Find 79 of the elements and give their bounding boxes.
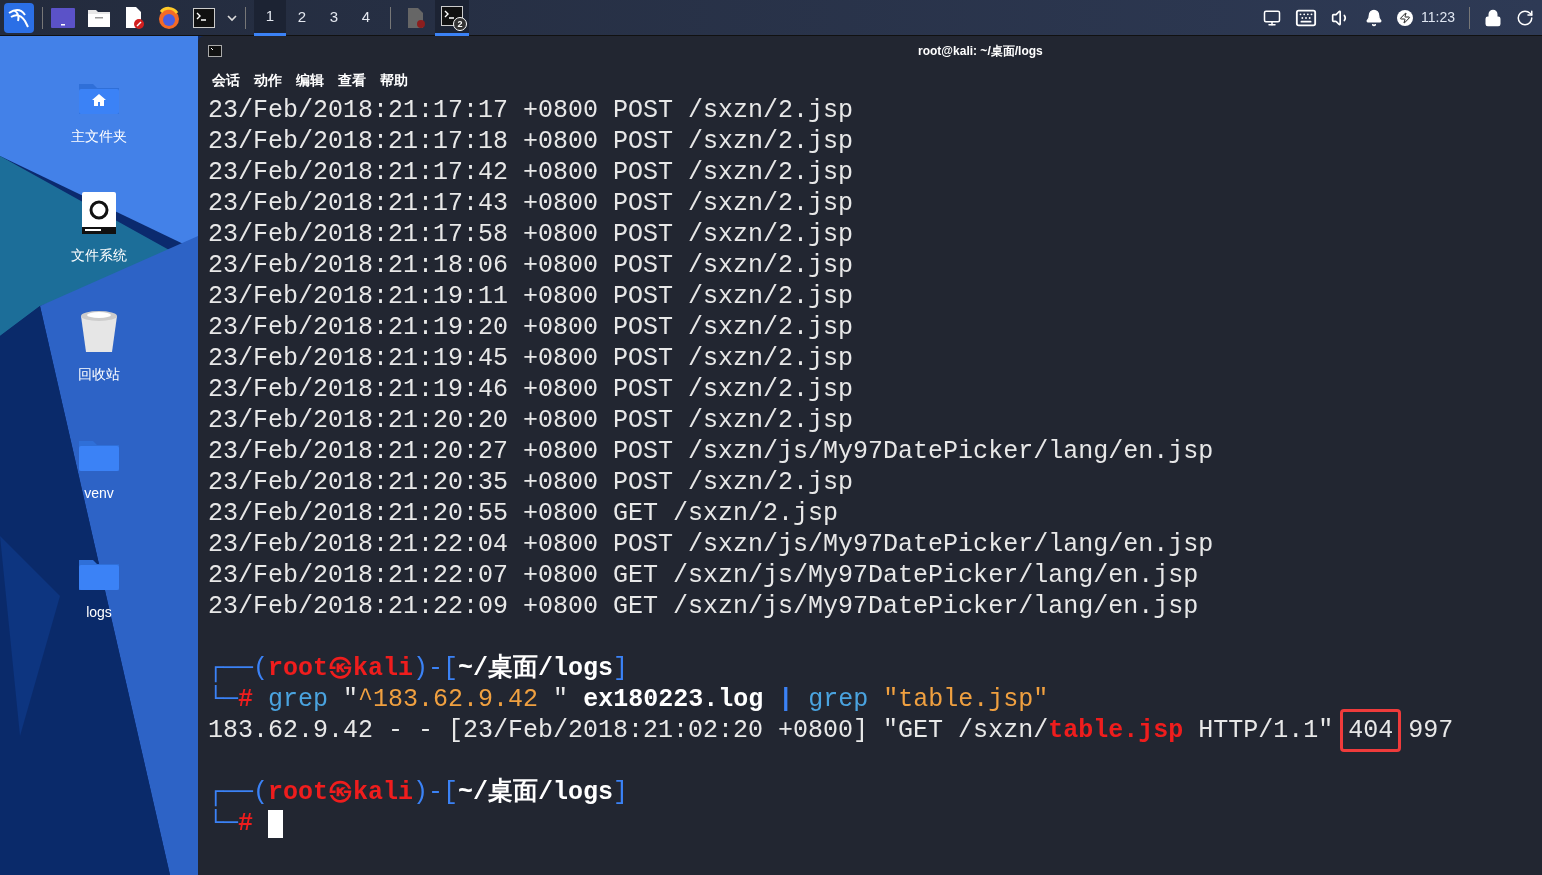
prompt-user: root <box>268 653 329 684</box>
command-name: grep <box>807 684 869 715</box>
prompt-hash: # <box>238 808 254 839</box>
trash-icon[interactable] <box>79 310 119 354</box>
log-line: 23/Feb/2018:21:22:04 +0800 POST /sxzn/js/My97DatePicker/lang/en.jsp <box>208 529 1214 560</box>
prompt-user: ㉿ <box>328 777 354 808</box>
prompt-frame: ] <box>613 777 629 808</box>
window-title: root@kali: ~/桌面/logs <box>918 43 1043 60</box>
log-line: 23/Feb/2018:21:19:20 +0800 POST /sxzn/2.jsp <box>208 312 854 343</box>
prompt-user: root <box>268 777 329 808</box>
prompt-user: ㉿ <box>328 653 354 684</box>
terminal-icon <box>441 6 463 26</box>
prompt-frame: )-[ <box>413 777 459 808</box>
file-argument: ex180223.log <box>582 684 764 715</box>
menu-item[interactable]: 会话 <box>212 69 240 91</box>
kali-menu-button[interactable] <box>4 2 34 33</box>
terminal-text: HTTP/1.1" <box>1197 715 1335 746</box>
log-line: 23/Feb/2018:21:22:07 +0800 GET /sxzn/js/My97DatePicker/lang/en.jsp <box>208 560 1199 591</box>
clock[interactable]: 11:23 <box>1421 7 1455 28</box>
desktop-icon-label[interactable]: 主文件夹 <box>71 126 127 147</box>
document-pen-icon[interactable] <box>123 5 145 30</box>
terminal-icon[interactable] <box>193 7 215 28</box>
status-code: 404 <box>1340 709 1402 752</box>
log-line: 23/Feb/2018:21:17:58 +0800 POST /sxzn/2.jsp <box>208 219 854 250</box>
desktop-icon-label[interactable]: 回收站 <box>78 364 120 385</box>
pipe-symbol: | <box>777 684 794 715</box>
prompt-frame: )-[ <box>413 653 459 684</box>
prompt-frame: └─ <box>208 684 238 715</box>
desktop-icon-label[interactable]: 文件系统 <box>71 245 127 266</box>
workspace-tab[interactable]: 4 <box>350 0 382 36</box>
log-line: 23/Feb/2018:21:22:09 +0800 GET /sxzn/js/My97DatePicker/lang/en.jsp <box>208 591 1199 622</box>
workspace-tab[interactable]: 1 <box>254 0 286 36</box>
menu-item[interactable]: 查看 <box>338 69 366 91</box>
command-name: grep <box>267 684 329 715</box>
log-line: 23/Feb/2018:21:20:20 +0800 POST /sxzn/2.jsp <box>208 405 854 436</box>
log-line: 23/Feb/2018:21:18:06 +0800 POST /sxzn/2.jsp <box>208 250 854 281</box>
terminal-window-button[interactable]: 2 <box>435 0 469 36</box>
prompt-frame: ┌──( <box>208 777 268 808</box>
log-line: 23/Feb/2018:21:17:42 +0800 POST /sxzn/2.jsp <box>208 157 854 188</box>
menu-item[interactable]: 帮助 <box>380 69 408 91</box>
log-line: 23/Feb/2018:21:17:43 +0800 POST /sxzn/2.jsp <box>208 188 854 219</box>
prompt-frame: ┌──( <box>208 653 268 684</box>
log-line: 23/Feb/2018:21:19:11 +0800 POST /sxzn/2.jsp <box>208 281 854 312</box>
log-line: 23/Feb/2018:21:19:45 +0800 POST /sxzn/2.jsp <box>208 343 854 374</box>
log-line: 23/Feb/2018:21:17:17 +0800 POST /sxzn/2.jsp <box>208 95 854 126</box>
prompt-hash: # <box>238 684 254 715</box>
workspace-tab[interactable]: 3 <box>318 0 350 36</box>
string-argument: ^183.62.9.42 <box>358 684 540 715</box>
desktop-icon-label[interactable]: venv <box>84 483 114 504</box>
notification-icon[interactable] <box>1365 8 1383 27</box>
string-argument: "table.jsp" <box>882 684 1049 715</box>
menu-item[interactable]: 编辑 <box>296 69 324 91</box>
match-highlight: table.jsp <box>1048 715 1184 746</box>
drive-icon[interactable] <box>81 191 117 235</box>
text-cursor <box>268 809 284 838</box>
log-line: 23/Feb/2018:21:20:55 +0800 GET /sxzn/2.jsp <box>208 498 839 529</box>
terminal-icon <box>208 45 222 57</box>
document-pen-icon <box>406 6 426 29</box>
prompt-user: kali <box>353 653 414 684</box>
terminal-text: " <box>342 684 359 715</box>
prompt-frame: ] <box>613 653 629 684</box>
workspace-tab[interactable]: 2 <box>286 0 318 36</box>
log-line: 23/Feb/2018:21:20:35 +0800 POST /sxzn/2.jsp <box>208 467 854 498</box>
desktop-icon-label[interactable]: logs <box>86 602 112 623</box>
folder-icon[interactable] <box>87 7 111 28</box>
terminal-text: 183.62.9.42 - - [23/Feb/2018:21:02:20 +0800] "GET /sxzn/ <box>208 715 1049 746</box>
prompt-frame: └─ <box>208 808 238 839</box>
prompt-user: kali <box>353 777 414 808</box>
lock-icon[interactable] <box>1484 8 1502 27</box>
chevron-down-icon[interactable] <box>227 13 237 22</box>
terminal-text: " <box>553 684 569 715</box>
log-line: 23/Feb/2018:21:17:18 +0800 POST /sxzn/2.jsp <box>208 126 854 157</box>
log-line: 23/Feb/2018:21:20:27 +0800 POST /sxzn/js/My97DatePicker/lang/en.jsp <box>208 436 1214 467</box>
prompt-path: ~/桌面/logs <box>458 653 614 684</box>
terminal-text: 997 <box>1407 715 1454 746</box>
menu-item[interactable]: 动作 <box>254 69 282 91</box>
log-line: 23/Feb/2018:21:19:46 +0800 POST /sxzn/2.jsp <box>208 374 854 405</box>
prompt-path: ~/桌面/logs <box>458 777 614 808</box>
power-icon[interactable] <box>1397 9 1413 26</box>
